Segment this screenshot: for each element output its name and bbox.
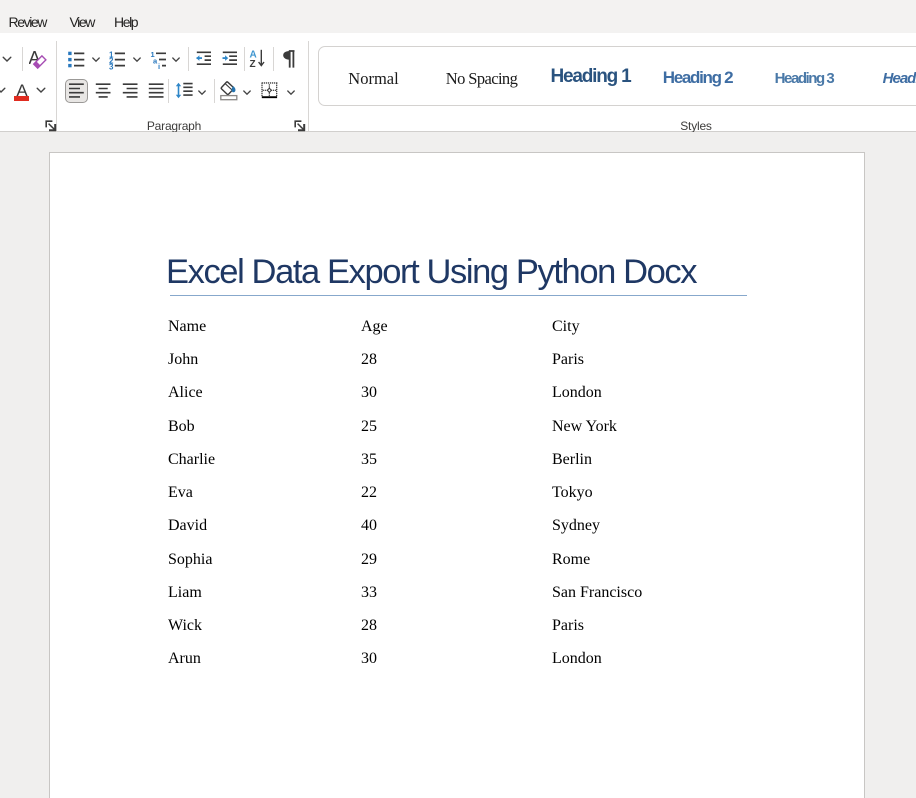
svg-text:i: i bbox=[158, 62, 160, 71]
svg-text:Z: Z bbox=[250, 59, 256, 69]
svg-text:3: 3 bbox=[109, 63, 114, 72]
